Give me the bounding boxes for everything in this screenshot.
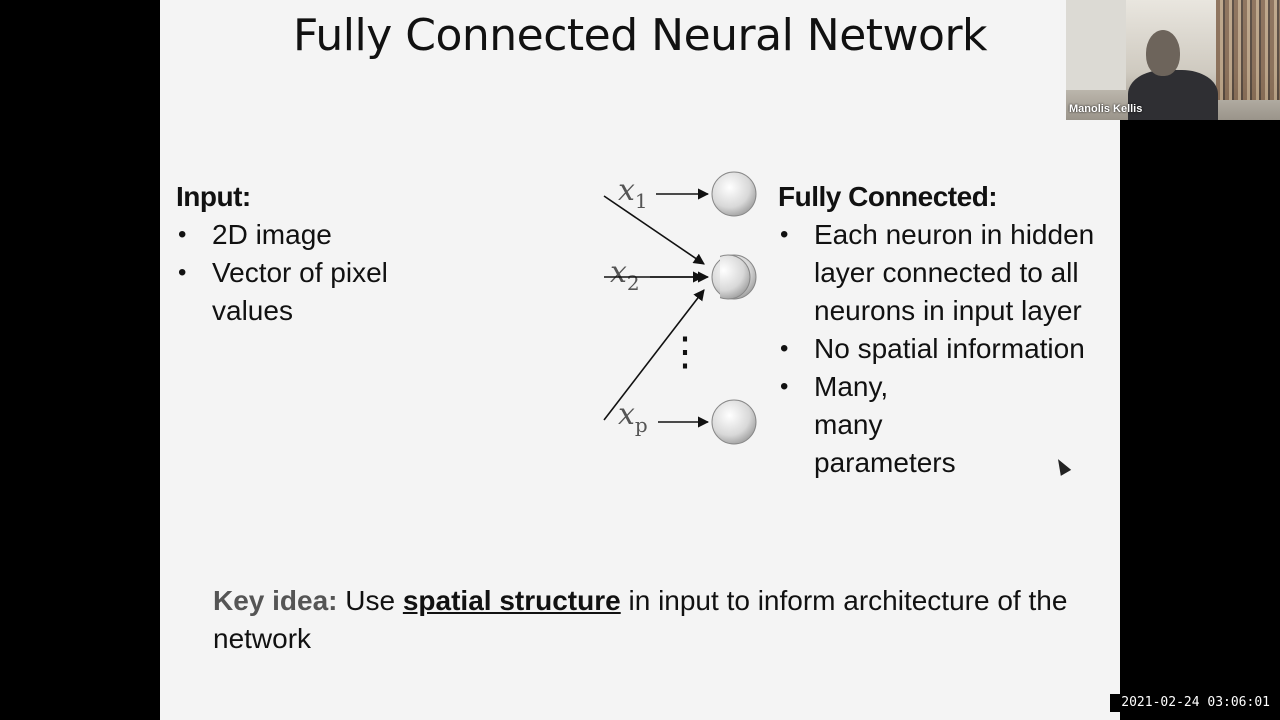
input-bullet: 2D image	[176, 216, 436, 254]
fully-connected-bullet: Each neuron in hidden layer connected to…	[778, 216, 1108, 330]
key-idea: Key idea: Use spatial structure in input…	[213, 582, 1093, 658]
input-bullet: Vector of pixel values	[176, 254, 436, 330]
participant-name: Manolis Kellis	[1069, 103, 1143, 115]
input-section: Input: 2D image Vector of pixel values	[176, 178, 436, 330]
input-bullets: 2D image Vector of pixel values	[176, 216, 436, 330]
key-idea-label: Key idea:	[213, 585, 338, 616]
input-heading: Input:	[176, 181, 251, 212]
fully-connected-bullet: Many, many parameters	[778, 368, 964, 482]
fully-connected-heading: Fully Connected:	[778, 181, 998, 212]
connection-lines	[603, 195, 705, 421]
key-idea-text-before: Use	[337, 585, 403, 616]
slide: Fully Connected Neural Network Input: 2D…	[160, 0, 1120, 720]
bookshelf	[1216, 0, 1280, 100]
fully-connected-section: Fully Connected: Each neuron in hidden l…	[778, 178, 1108, 482]
background-wall	[1066, 0, 1126, 90]
fully-connected-bullets: Each neuron in hidden layer connected to…	[778, 216, 1108, 482]
participant-head	[1146, 30, 1180, 76]
key-idea-emphasis: spatial structure	[402, 585, 621, 616]
connection-p	[603, 289, 705, 421]
slide-title: Fully Connected Neural Network	[292, 10, 988, 61]
connection-1	[603, 195, 705, 265]
recording-timestamp: 2021-02-24 03:06:01	[1110, 694, 1274, 712]
participant-video[interactable]: Manolis Kellis	[1066, 0, 1280, 120]
fully-connected-bullet: No spatial information	[778, 330, 1108, 368]
